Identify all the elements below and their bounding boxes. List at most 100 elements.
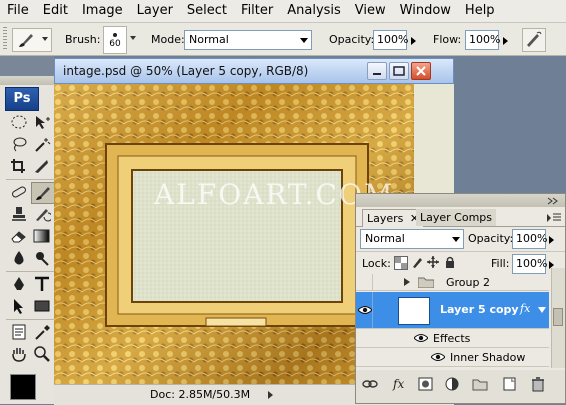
path-selection-tool[interactable] (8, 296, 30, 316)
flow-input[interactable]: 100% (465, 30, 500, 50)
foreground-color-swatch[interactable] (10, 374, 36, 400)
layer-row-effects[interactable]: Effects (356, 330, 549, 348)
panel-divider (356, 251, 565, 252)
menu-select[interactable]: Select (180, 0, 234, 22)
brush-icon (36, 187, 50, 200)
dodge-tool[interactable] (31, 248, 53, 268)
move-tool[interactable] (31, 112, 53, 132)
triangle-right-icon (549, 236, 554, 244)
pen-tool[interactable] (8, 274, 30, 294)
menu-view[interactable]: View (348, 0, 393, 22)
brush-tool-icon (19, 34, 33, 47)
airbrush-icon (527, 31, 542, 47)
fx-layer-style-icon[interactable]: fx (392, 376, 408, 392)
airbrush-toggle[interactable] (522, 28, 546, 52)
menu-file[interactable]: File (0, 0, 36, 22)
tab-layer-comps[interactable]: Layer Comps (416, 209, 497, 226)
toolbox-handle[interactable] (0, 76, 61, 85)
marquee-tool[interactable] (8, 112, 30, 132)
gradient-tool[interactable] (31, 226, 53, 246)
flow-slider-toggle[interactable] (500, 30, 512, 48)
layer-opacity-input[interactable]: 100% (512, 229, 547, 249)
blend-mode-select[interactable]: Normal (360, 229, 464, 249)
layer-opacity-slider-toggle[interactable] (546, 229, 558, 247)
opacity-input[interactable]: 100% (373, 30, 409, 50)
crop-tool[interactable] (8, 156, 30, 176)
photoshop-logo[interactable]: Ps (5, 87, 39, 111)
mode-select[interactable]: Normal (184, 30, 312, 50)
trash-delete-icon[interactable] (530, 376, 546, 392)
document-size-status: Doc: 2.85M/50.3M (150, 388, 251, 401)
link-layers-icon[interactable] (362, 376, 378, 392)
scrollbar-thumb[interactable] (553, 308, 563, 326)
menu-image[interactable]: Image (75, 0, 130, 22)
brush-tool[interactable] (31, 182, 55, 204)
brush-picker[interactable]: 60 (103, 26, 127, 54)
layer-name: Layer 5 copy (440, 303, 519, 316)
hand-tool[interactable] (8, 344, 30, 364)
history-brush-tool[interactable] (31, 204, 53, 224)
toolbox-divider (6, 179, 54, 180)
chevron-down-icon (300, 38, 308, 43)
adjustment-layer-icon[interactable] (444, 376, 460, 392)
menu-layer[interactable]: Layer (130, 0, 180, 22)
panel-tabs: Layers ✕ Layer Comps (356, 207, 565, 227)
panel-collapse-icon (547, 197, 558, 205)
panel-menu-icon[interactable] (546, 212, 562, 224)
layer-mask-icon[interactable] (418, 376, 434, 392)
triangle-right-icon (411, 37, 416, 45)
lock-all-padlock-icon[interactable] (444, 256, 456, 268)
lock-pixels-brush-icon[interactable] (411, 256, 423, 268)
brush-size: 60 (109, 39, 121, 49)
menu-analysis[interactable]: Analysis (280, 0, 348, 22)
tab-layers[interactable]: Layers ✕ (362, 209, 425, 227)
document-title-bar[interactable]: intage.psd @ 50% (Layer 5 copy, RGB/8) (54, 58, 454, 84)
stamp-icon (12, 207, 26, 221)
blur-tool[interactable] (8, 248, 30, 268)
triangle-collapse-icon[interactable] (538, 306, 546, 314)
layer-row-layer-5-copy[interactable]: Layer 5 copy fx (356, 292, 549, 329)
notes-tool[interactable] (8, 322, 30, 342)
brush-picker-dropdown-icon[interactable] (130, 36, 136, 40)
menu-window[interactable]: Window (393, 0, 458, 22)
eye-visibility-icon[interactable] (414, 333, 428, 343)
visibility-toggle-empty[interactable] (356, 274, 373, 290)
zoom-tool[interactable] (31, 344, 53, 364)
eraser-tool[interactable] (8, 226, 30, 246)
shape-tool[interactable] (31, 296, 53, 316)
menu-edit[interactable]: Edit (36, 0, 75, 22)
eye-visibility-icon[interactable] (431, 352, 445, 362)
magic-wand-tool[interactable] (31, 134, 53, 154)
healing-brush-tool[interactable] (8, 182, 30, 202)
eye-visibility-icon[interactable] (358, 305, 372, 315)
fill-input[interactable]: 100% (512, 254, 547, 274)
workspace-background (0, 56, 54, 76)
type-tool[interactable] (31, 274, 53, 294)
close-button[interactable] (411, 62, 431, 80)
tool-preset-picker[interactable] (12, 28, 52, 52)
layers-panel-footer: fx (356, 370, 565, 403)
triangle-expand-icon[interactable] (403, 278, 411, 286)
opacity-slider-toggle[interactable] (408, 30, 420, 48)
lasso-tool[interactable] (8, 134, 30, 154)
new-group-folder-icon[interactable] (472, 376, 488, 392)
blend-mode-value: Normal (365, 232, 405, 245)
minimize-button[interactable] (367, 62, 387, 80)
slice-tool[interactable] (31, 156, 53, 176)
new-layer-icon[interactable] (502, 376, 518, 392)
panel-header[interactable] (356, 194, 565, 207)
maximize-button[interactable] (389, 62, 409, 80)
layers-scrollbar[interactable] (551, 268, 565, 368)
lock-position-move-icon[interactable] (427, 256, 439, 268)
eyedropper-tool[interactable] (31, 322, 53, 342)
options-bar-grip[interactable] (3, 27, 7, 51)
menu-help[interactable]: Help (458, 0, 502, 22)
lock-transparency-button[interactable] (394, 256, 408, 270)
status-menu-arrow-icon[interactable] (268, 391, 273, 399)
opacity-value: 100% (377, 33, 409, 46)
chevron-down-icon (452, 237, 460, 242)
layer-row-inner-shadow[interactable]: Inner Shadow (356, 349, 549, 367)
layer-row-group-2[interactable]: Group 2 (356, 274, 549, 291)
menu-filter[interactable]: Filter (234, 0, 280, 22)
clone-stamp-tool[interactable] (8, 204, 30, 224)
